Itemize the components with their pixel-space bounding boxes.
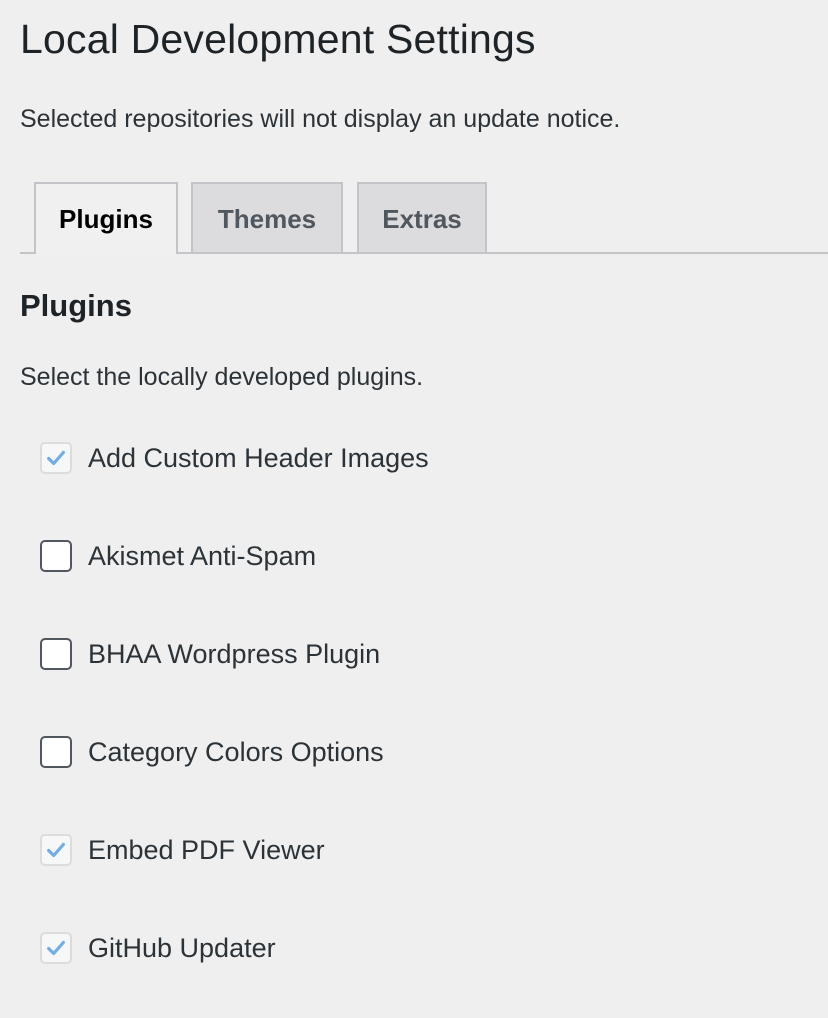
plugin-item-embed-pdf-viewer[interactable]: Embed PDF Viewer (20, 822, 828, 920)
section-title: Plugins (20, 288, 132, 323)
plugin-label: GitHub Updater (88, 933, 276, 963)
plugin-checkbox[interactable] (40, 834, 72, 866)
section-description: Select the locally developed plugins. (20, 363, 424, 391)
plugin-checkbox[interactable] (40, 638, 72, 670)
plugin-item-add-custom-header-images[interactable]: Add Custom Header Images (20, 430, 828, 528)
checkmark-icon (47, 940, 65, 956)
page-intro: Selected repositories will not display a… (20, 105, 621, 133)
plugin-item-akismet-anti-spam[interactable]: Akismet Anti-Spam (20, 528, 828, 626)
plugin-item-github-updater[interactable]: GitHub Updater (20, 920, 828, 1018)
plugin-checkbox[interactable] (40, 540, 72, 572)
plugin-label: Add Custom Header Images (88, 443, 429, 473)
plugin-label: Category Colors Options (88, 737, 384, 767)
checkmark-icon (47, 450, 65, 466)
plugin-label: Akismet Anti-Spam (88, 541, 317, 571)
plugin-list: Add Custom Header Images Akismet Anti-Sp… (20, 430, 828, 1018)
tab-plugins[interactable]: Plugins (34, 182, 178, 254)
plugin-checkbox[interactable] (40, 442, 72, 474)
tab-bar: Plugins Themes Extras (20, 182, 828, 254)
plugin-item-bhaa-wordpress-plugin[interactable]: BHAA Wordpress Plugin (20, 626, 828, 724)
checkmark-icon (47, 842, 65, 858)
plugin-item-category-colors-options[interactable]: Category Colors Options (20, 724, 828, 822)
plugin-checkbox[interactable] (40, 736, 72, 768)
plugin-checkbox[interactable] (40, 932, 72, 964)
plugin-label: BHAA Wordpress Plugin (88, 639, 381, 669)
page-title: Local Development Settings (20, 16, 536, 62)
tab-extras[interactable]: Extras (357, 182, 487, 252)
plugin-label: Embed PDF Viewer (88, 835, 325, 865)
tab-themes[interactable]: Themes (191, 182, 343, 252)
